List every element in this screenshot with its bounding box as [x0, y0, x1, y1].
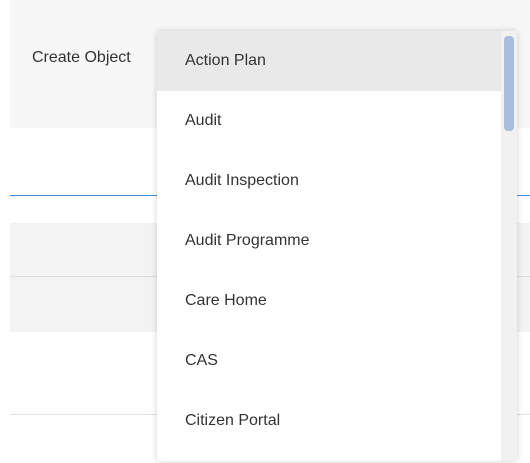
dropdown-option-audit[interactable]: Audit	[157, 91, 501, 151]
create-object-label: Create Object	[32, 49, 131, 66]
scrollbar-thumb[interactable]	[504, 36, 514, 131]
dropdown-option-citizen-portal[interactable]: Citizen Portal	[157, 391, 501, 451]
dropdown-option-action-plan[interactable]: Action Plan	[157, 31, 501, 91]
dropdown-option-audit-inspection[interactable]: Audit Inspection	[157, 151, 501, 211]
dropdown-options-list: Action Plan Audit Audit Inspection Audit…	[157, 31, 501, 451]
page: Create Object Action Plan Audit Audit In…	[0, 0, 530, 463]
dropdown-option-cas[interactable]: CAS	[157, 331, 501, 391]
create-object-dropdown[interactable]: Action Plan Audit Audit Inspection Audit…	[157, 31, 517, 461]
dropdown-scrollbar[interactable]	[501, 31, 517, 461]
dropdown-option-care-home[interactable]: Care Home	[157, 271, 501, 331]
dropdown-option-audit-programme[interactable]: Audit Programme	[157, 211, 501, 271]
